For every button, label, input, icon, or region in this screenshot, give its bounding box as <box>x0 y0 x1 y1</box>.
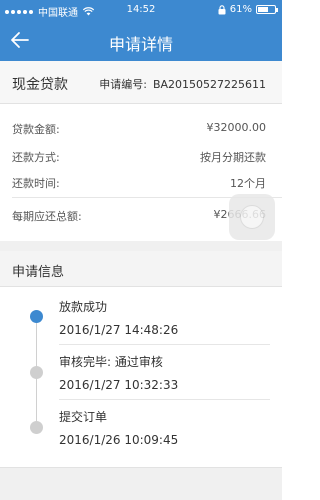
detail-label: 每期应还总额: <box>12 210 82 223</box>
timeline-step-time: 2016/1/26 10:09:45 <box>59 433 179 447</box>
detail-value: 12个月 <box>230 177 266 190</box>
assistive-touch-button[interactable] <box>229 194 275 240</box>
detail-value: ¥32000.00 <box>206 121 267 134</box>
timeline-step-title: 提交订单 <box>59 410 108 424</box>
application-timeline: 放款成功 2016/1/27 14:48:26 审核完毕: 通过审核 2016/… <box>0 287 282 467</box>
status-right: 61% <box>218 4 278 15</box>
detail-label: 贷款金额: <box>12 123 60 136</box>
lock-icon <box>218 4 226 14</box>
detail-label: 还款方式: <box>12 151 60 164</box>
application-number-label: 申请编号: <box>99 78 147 91</box>
section-separator <box>0 241 282 251</box>
timeline-step-title: 放款成功 <box>59 300 108 314</box>
detail-row-amount: 贷款金额: ¥32000.00 <box>12 121 266 137</box>
section-title: 申请信息 <box>12 265 65 280</box>
timeline-step-time: 2016/1/27 14:48:26 <box>59 323 179 337</box>
battery-percent: 61% <box>229 4 252 15</box>
assistive-touch-icon <box>240 205 264 229</box>
timeline-divider <box>59 399 270 400</box>
status-bar: 中国联通 14:52 61% <box>0 0 282 20</box>
detail-label: 还款时间: <box>12 177 60 190</box>
loan-header: 现金贷款 申请编号: BA20150527225611 <box>0 61 282 104</box>
top-bar: 中国联通 14:52 61% 申请详情 <box>0 0 282 61</box>
application-number-value: BA20150527225611 <box>152 78 266 91</box>
battery-icon <box>256 5 278 14</box>
page-title: 申请详情 <box>108 35 173 54</box>
application-number: 申请编号: BA20150527225611 <box>99 76 266 92</box>
timeline-step-title: 审核完毕: 通过审核 <box>59 355 163 369</box>
detail-row-repayment-term: 还款时间: 12个月 <box>12 175 266 191</box>
detail-value: 按月分期还款 <box>200 151 266 164</box>
timeline-dot <box>30 421 43 434</box>
timeline-dot <box>30 366 43 379</box>
bottom-area <box>0 467 282 500</box>
timeline-divider <box>59 344 270 345</box>
loan-type: 现金贷款 <box>12 77 68 93</box>
timeline-dot-active <box>30 310 43 323</box>
detail-row-installment-total: 每期应还总额: ¥2666.66 <box>12 208 266 224</box>
detail-row-repayment-method: 还款方式: 按月分期还款 <box>12 149 266 165</box>
section-header: 申请信息 <box>0 251 282 287</box>
nav-bar: 申请详情 <box>0 20 282 61</box>
timeline-step-time: 2016/1/27 10:32:33 <box>59 378 179 392</box>
